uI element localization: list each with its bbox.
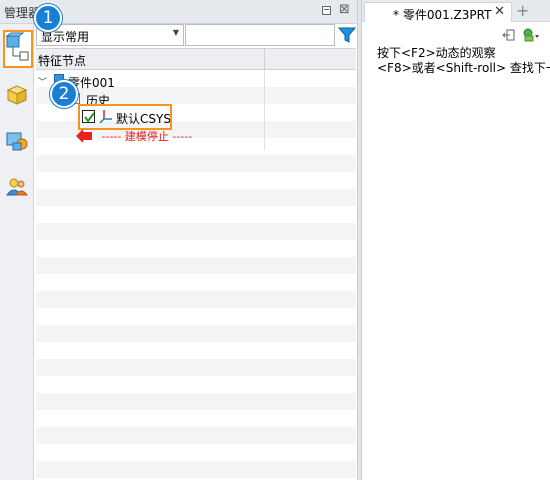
feature-search-input[interactable]: [185, 24, 335, 46]
tree-row-bg: [36, 427, 356, 444]
layer-manager-button[interactable]: [4, 128, 30, 154]
tree-row-bg: [36, 359, 356, 376]
user-manager-button[interactable]: [4, 174, 30, 200]
filter-button[interactable]: [336, 24, 358, 46]
tree-row-bg: [36, 444, 356, 461]
tree-header: 特征节点: [36, 48, 356, 70]
view-manager-icon: [6, 85, 28, 105]
view-manager-button[interactable]: [4, 82, 30, 108]
tree-row-bg: [36, 308, 356, 325]
history-manager-button[interactable]: [3, 30, 33, 68]
tree-row-bg: [36, 325, 356, 342]
tree-row-bg: [36, 376, 356, 393]
close-tab-icon[interactable]: ✕: [494, 4, 505, 19]
document-tab-label: * 零件001.Z3PRT: [393, 8, 492, 22]
chevron-down-icon: ▼: [172, 28, 179, 37]
close-icon[interactable]: ⊠: [339, 2, 350, 17]
modeling-stop-label: ----- 建模停止 -----: [101, 130, 193, 143]
document-tab-bar: * 零件001.Z3PRT ✕ +: [362, 0, 550, 22]
restore-icon[interactable]: [322, 6, 331, 15]
tools-dropdown-icon[interactable]: [522, 27, 540, 43]
graphics-view[interactable]: 按下<F2>动态的观察 <F8>或者<Shift-roll> 查找下一: [362, 22, 550, 480]
tree-row-bg: [36, 410, 356, 427]
tree-row-bg: [36, 274, 356, 291]
document-tab[interactable]: * 零件001.Z3PRT ✕: [364, 2, 512, 22]
user-manager-icon: [6, 178, 29, 196]
callout-badge-2: 2: [50, 80, 78, 108]
tree-row-bg: [36, 342, 356, 359]
tree-row-bg: [36, 155, 356, 172]
tree-row-bg: [36, 393, 356, 410]
callout-badge-1: 1: [34, 4, 62, 32]
tree-row-bg: [36, 257, 356, 274]
hint-line-1: 按下<F2>动态的观察: [377, 46, 496, 60]
layer-manager-icon: [6, 132, 28, 151]
tree-row-bg: [36, 206, 356, 223]
tree-row-bg: [36, 172, 356, 189]
tree-row-bg: [36, 291, 356, 308]
history-manager-icon: [5, 32, 29, 61]
column-divider: [264, 70, 265, 150]
modeling-stop-marker[interactable]: ----- 建模停止 -----: [76, 128, 193, 144]
exit-icon[interactable]: [502, 28, 516, 42]
chevron-down-icon[interactable]: ﹀: [38, 75, 47, 88]
funnel-icon: [337, 27, 357, 43]
hint-line-2: <F8>或者<Shift-roll> 查找下一: [377, 61, 550, 75]
tree-row-bg: [36, 240, 356, 257]
tree-row-bg: [36, 223, 356, 240]
tree-row-bg: [36, 461, 356, 478]
red-arrow-icon: [76, 129, 92, 143]
tree-row-bg: [36, 189, 356, 206]
csys-highlight-frame: [78, 104, 172, 130]
feature-node-column-header[interactable]: 特征节点: [38, 52, 86, 69]
column-divider: [264, 49, 265, 70]
add-tab-icon[interactable]: +: [516, 1, 529, 20]
manager-side-strip: [0, 24, 34, 480]
